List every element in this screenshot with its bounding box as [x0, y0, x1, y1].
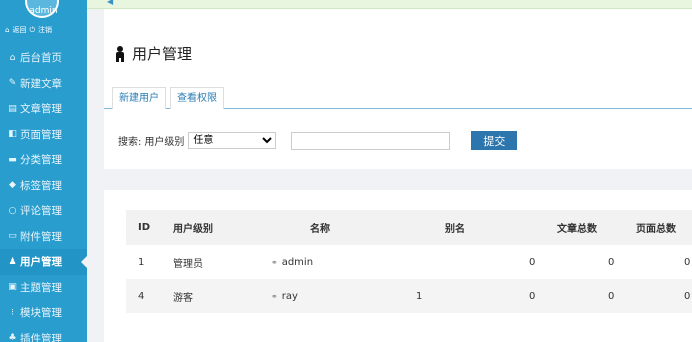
notice-bar: ◀ — [87, 0, 692, 9]
submit-button[interactable]: 提交 — [471, 131, 518, 150]
attachment-icon: ▭ — [8, 231, 17, 242]
page-icon: ◧ — [8, 129, 17, 140]
sidebar-item-label: 评论管理 — [20, 205, 62, 218]
sidebar-item-themes[interactable]: ▣ 主题管理 — [0, 275, 87, 301]
tab-view-permissions[interactable]: 查看权限 — [170, 87, 224, 109]
sidebar-item-posts[interactable]: ▤ 文章管理 — [0, 96, 87, 122]
search-label: 搜索: — [118, 137, 142, 148]
sidebar-item-label: 文章管理 — [20, 103, 62, 116]
user-name-link[interactable]: ray — [282, 291, 298, 302]
cell-extra: 0 — [682, 279, 692, 313]
cell-level: 游客 — [168, 279, 255, 313]
cell-posts[interactable]: 0 — [512, 245, 599, 279]
cell-alias — [395, 245, 512, 279]
sidebar-item-comments[interactable]: ○ 评论管理 — [0, 198, 87, 224]
sidebar-item-categories[interactable]: ▬ 分类管理 — [0, 147, 87, 173]
sidebar-item-plugins[interactable]: ♣ 插件管理 — [0, 326, 87, 342]
cell-level: 管理员 — [173, 258, 203, 270]
folder-icon: ▬ — [8, 154, 17, 165]
page-title-text: 用户管理 — [132, 45, 193, 63]
sidebar-item-label: 新建文章 — [20, 77, 62, 90]
power-icon: ⏻ — [29, 25, 35, 34]
theme-icon: ▣ — [8, 282, 17, 293]
sidebar-item-dashboard[interactable]: ⌂ 后台首页 — [0, 45, 87, 71]
module-icon: ⁝ — [11, 307, 14, 318]
sidebar-item-users[interactable]: ♟ 用户管理 — [0, 249, 87, 275]
cell-pages[interactable]: 0 — [599, 245, 682, 279]
sidebar-item-label: 插件管理 — [20, 332, 62, 342]
cell-posts[interactable]: 0 — [512, 279, 599, 313]
col-id-header[interactable]: ID — [126, 210, 168, 245]
sidebar-item-modules[interactable]: ⁝ 模块管理 — [0, 300, 87, 326]
sidebar-item-new-post[interactable]: ✎ 新建文章 — [0, 71, 87, 97]
sidebar: admin ⌂ 返回 ⏻ 注销 ⌂ 后台首页 ✎ 新建文章 ▤ 文章管理 ◧ 页面管理 … — [0, 0, 87, 342]
sidebar-item-label: 用户管理 — [20, 256, 62, 269]
sidebar-item-label: 分类管理 — [20, 154, 62, 167]
sidebar-item-label: 后台首页 — [20, 52, 62, 65]
comment-icon: ○ — [8, 205, 17, 216]
user-icon: ♟ — [8, 256, 17, 267]
cell-pages[interactable]: 0 — [599, 279, 682, 313]
main-content: 用户管理 新建用户 查看权限 搜索: 用户级别 任意 提交 ID 用户级别 名称… — [87, 9, 692, 342]
sidebar-item-label: 主题管理 — [20, 281, 62, 294]
sidebar-item-label: 标签管理 — [20, 179, 62, 192]
user-name-link[interactable]: admin — [282, 257, 313, 268]
cell-id: 1 — [138, 256, 145, 268]
sidebar-item-label: 页面管理 — [20, 128, 62, 141]
plugin-icon: ♣ — [8, 333, 17, 342]
col-name-header[interactable]: 名称 — [255, 210, 395, 245]
sidebar-item-tags[interactable]: ◆ 标签管理 — [0, 173, 87, 199]
sidebar-menu: ⌂ 后台首页 ✎ 新建文章 ▤ 文章管理 ◧ 页面管理 ▬ 分类管理 ◆ 标签管理 ○ 评论管… — [0, 45, 87, 342]
header-panel: 用户管理 新建用户 查看权限 搜索: 用户级别 任意 提交 — [104, 9, 692, 169]
back-link[interactable]: 返回 — [12, 25, 26, 35]
cell-id: 4 — [126, 279, 168, 313]
pen-icon: ✎ — [8, 78, 17, 89]
table-header-row: ID 用户级别 名称 别名 文章总数 页面总数 — [126, 210, 692, 245]
sidebar-item-label: 模块管理 — [20, 307, 62, 320]
col-pages-header[interactable]: 页面总数 — [599, 210, 682, 245]
table-row[interactable]: 4 游客 ⚭ ray 1 0 0 0 — [126, 279, 692, 313]
col-level-header[interactable]: 用户级别 — [168, 210, 255, 245]
table-row[interactable]: 1 管理员 ⚭ admin 0 0 0 — [126, 245, 692, 279]
home-icon: ⌂ — [9, 52, 16, 63]
sidebar-item-label: 附件管理 — [20, 230, 62, 243]
sidebar-username: admin — [29, 6, 58, 16]
user-level-select[interactable]: 任意 — [188, 132, 277, 149]
logout-link[interactable]: 注销 — [38, 25, 52, 35]
tag-icon: ◆ — [9, 180, 16, 191]
quick-links: ⌂ 返回 ⏻ 注销 — [5, 25, 52, 35]
page-title: 用户管理 — [116, 43, 192, 64]
user-level-label: 用户级别 — [144, 137, 185, 148]
search-input[interactable] — [291, 131, 451, 150]
cell-name: ⚭ admin — [255, 245, 395, 279]
link-icon: ⚭ — [271, 257, 278, 267]
home-icon: ⌂ — [5, 26, 10, 34]
cell-extra: 0 — [684, 256, 691, 268]
sidebar-item-pages[interactable]: ◧ 页面管理 — [0, 122, 87, 148]
sidebar-item-attachments[interactable]: ▭ 附件管理 — [0, 224, 87, 250]
col-posts-header[interactable]: 文章总数 — [512, 210, 599, 245]
tab-new-user[interactable]: 新建用户 — [112, 87, 166, 109]
users-table-panel: ID 用户级别 名称 别名 文章总数 页面总数 1 管理员 ⚭ admin 0 0 — [104, 190, 692, 342]
users-table: ID 用户级别 名称 别名 文章总数 页面总数 1 管理员 ⚭ admin 0 0 — [126, 210, 692, 313]
link-icon: ⚭ — [271, 291, 278, 301]
back-arrow-icon[interactable]: ◀ — [107, 0, 113, 6]
document-icon: ▤ — [8, 103, 17, 114]
search-bar: 搜索: 用户级别 任意 提交 — [118, 131, 518, 150]
tab-bar: 新建用户 查看权限 — [104, 87, 692, 109]
col-alias-header[interactable]: 别名 — [395, 210, 512, 245]
cell-alias: 1 — [395, 279, 512, 313]
col-extra-header — [682, 210, 692, 245]
person-icon — [116, 45, 124, 62]
cell-name: ⚭ ray — [255, 279, 395, 313]
